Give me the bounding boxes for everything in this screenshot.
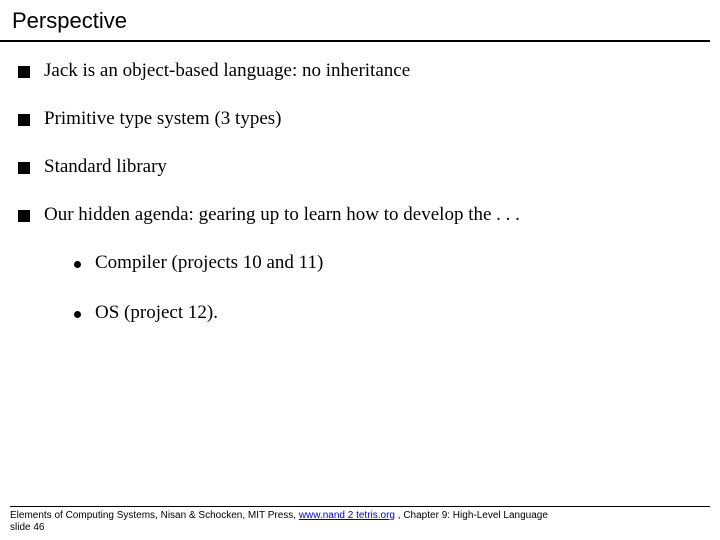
footer-rule xyxy=(10,506,710,507)
square-bullet-icon xyxy=(18,66,30,78)
sub-bullet-text: OS (project 12). xyxy=(95,302,218,324)
bullet-text: Primitive type system (3 types) xyxy=(44,108,281,130)
square-bullet-icon xyxy=(18,210,30,222)
bullet-text: Jack is an object-based language: no inh… xyxy=(44,60,410,82)
sub-bullet-item: OS (project 12). xyxy=(74,302,710,324)
sub-bullet-item: Compiler (projects 10 and 11) xyxy=(74,252,710,274)
bullet-text: Standard library xyxy=(44,156,167,178)
square-bullet-icon xyxy=(18,162,30,174)
footer-link[interactable]: www.nand 2 tetris.org xyxy=(299,510,395,521)
dot-bullet-icon xyxy=(74,311,81,318)
slide-title: Perspective xyxy=(0,0,710,42)
bullet-item: Primitive type system (3 types) xyxy=(18,108,710,130)
bullet-text: Our hidden agenda: gearing up to learn h… xyxy=(44,204,520,226)
footer-prefix: Elements of Computing Systems, Nisan & S… xyxy=(10,510,299,521)
slide: { "title": "Perspective", "bullets": [ "… xyxy=(0,0,720,540)
slide-footer: Elements of Computing Systems, Nisan & S… xyxy=(10,506,710,534)
dot-bullet-icon xyxy=(74,261,81,268)
bullet-item: Standard library xyxy=(18,156,710,178)
square-bullet-icon xyxy=(18,114,30,126)
slide-content: Jack is an object-based language: no inh… xyxy=(0,42,720,324)
bullet-item: Jack is an object-based language: no inh… xyxy=(18,60,710,82)
footer-slide-number: slide 46 xyxy=(10,522,44,533)
bullet-item: Our hidden agenda: gearing up to learn h… xyxy=(18,204,710,226)
footer-text: Elements of Computing Systems, Nisan & S… xyxy=(10,510,710,534)
sub-bullet-text: Compiler (projects 10 and 11) xyxy=(95,252,323,274)
sub-bullet-list: Compiler (projects 10 and 11) OS (projec… xyxy=(74,252,710,324)
footer-suffix: , Chapter 9: High-Level Language xyxy=(395,510,548,521)
